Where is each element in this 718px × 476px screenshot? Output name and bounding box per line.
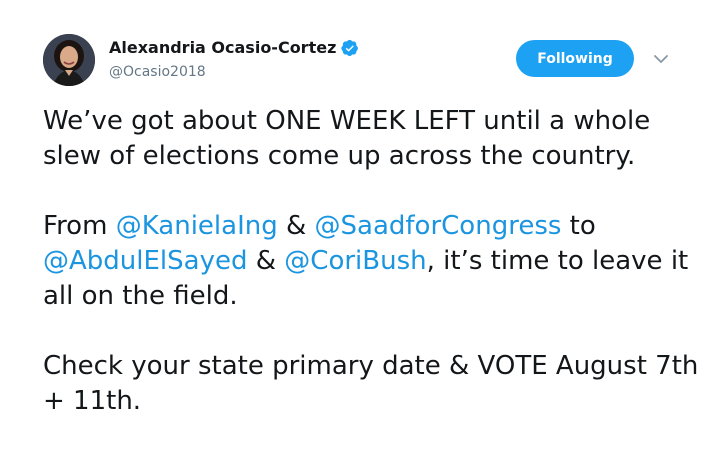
mention-abdulelsayed-link[interactable]: @AbdulElSayed	[43, 246, 247, 276]
tweet-paragraph-1: We’ve got about ONE WEEK LEFT until a wh…	[43, 106, 651, 171]
tweet-text: We’ve got about ONE WEEK LEFT until a wh…	[43, 104, 703, 454]
text-segment: to	[561, 211, 596, 241]
mention-coribush-link[interactable]: @CoriBush	[284, 246, 426, 276]
text-segment: From	[43, 211, 116, 241]
tweet-paragraph-3: Check your state primary date & VOTE Aug…	[43, 351, 699, 416]
avatar-image	[43, 34, 95, 86]
tweet-paragraph-2: From @KanielaIng & @SaadforCongress to @…	[43, 209, 703, 314]
verified-badge-icon	[341, 39, 359, 57]
text-segment: &	[277, 211, 315, 241]
tweet: Alexandria Ocasio-Cortez @Ocasio2018 Fol…	[0, 0, 718, 476]
text-segment: &	[247, 246, 285, 276]
mention-kanielaing-link[interactable]: @KanielaIng	[116, 211, 278, 241]
mention-saadforcongress-link[interactable]: @SaadforCongress	[315, 211, 562, 241]
chevron-down-icon[interactable]	[651, 50, 671, 68]
display-name[interactable]: Alexandria Ocasio-Cortez	[109, 38, 336, 57]
author-handle[interactable]: @Ocasio2018	[109, 64, 206, 80]
author-name-row[interactable]: Alexandria Ocasio-Cortez	[109, 38, 359, 57]
avatar[interactable]	[43, 34, 95, 86]
following-button[interactable]: Following	[516, 40, 634, 77]
